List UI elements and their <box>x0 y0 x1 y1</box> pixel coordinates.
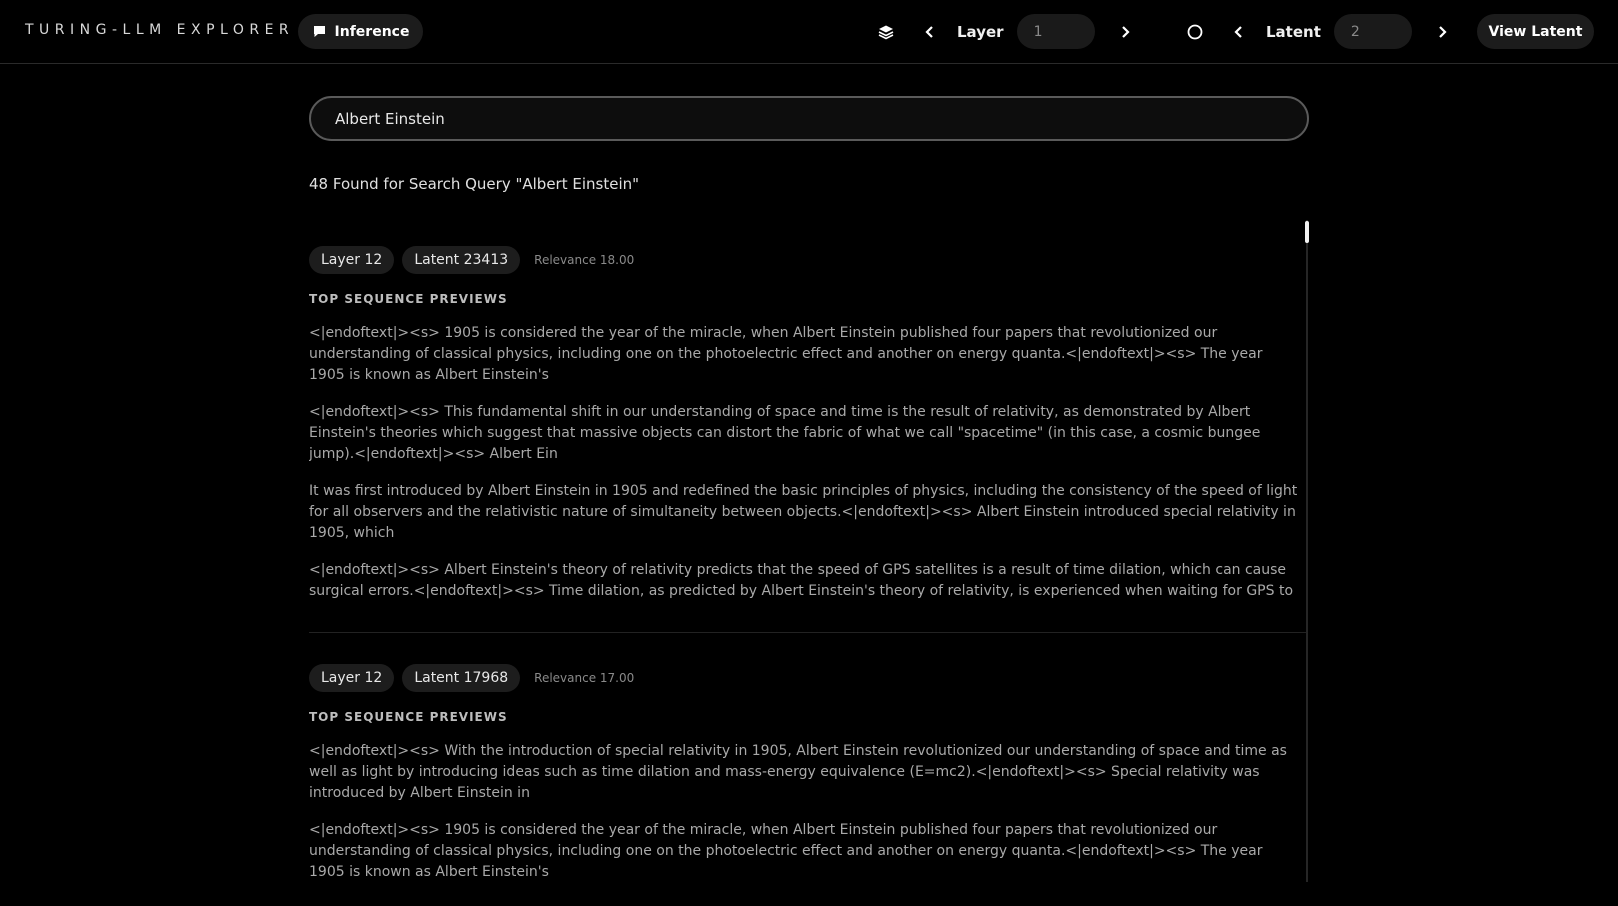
layer-next-button[interactable] <box>1113 20 1137 44</box>
layer-prev-button[interactable] <box>918 20 942 44</box>
latent-chip[interactable]: Latent 23413 <box>402 246 521 274</box>
layer-input[interactable] <box>1016 14 1095 49</box>
section-title: TOP SEQUENCE PREVIEWS <box>309 710 508 724</box>
inference-button[interactable]: Inference <box>298 14 423 49</box>
results-list: Layer 12 Latent 23413 Relevance 18.00 TO… <box>309 220 1306 906</box>
scrollbar-track[interactable] <box>1306 220 1308 882</box>
result-tags: Layer 12 Latent 17968 Relevance 17.00 <box>309 664 1306 692</box>
search-result-summary: 48 Found for Search Query "Albert Einste… <box>309 175 640 193</box>
latent-next-button[interactable] <box>1430 20 1454 44</box>
layer-label: Layer <box>957 22 1004 41</box>
latent-prev-button[interactable] <box>1227 20 1251 44</box>
message-icon <box>312 24 327 39</box>
sequence-preview: <|endoftext|><s> With the introduction o… <box>309 743 1287 801</box>
latent-label: Latent <box>1266 22 1321 41</box>
layers-icon[interactable] <box>874 20 898 44</box>
result-tags: Layer 12 Latent 23413 Relevance 18.00 <box>309 246 1306 274</box>
chevron-right-icon <box>1121 25 1130 38</box>
latent-navigator: Latent <box>1183 14 1454 49</box>
latent-input[interactable] <box>1333 14 1412 49</box>
relevance-score: Relevance 17.00 <box>534 671 635 685</box>
inference-label: Inference <box>334 23 410 40</box>
app-title: TURING-LLM EXPLORER <box>25 22 295 38</box>
circle-icon[interactable] <box>1183 20 1207 44</box>
sequence-preview: <|endoftext|><s> This fundamental shift … <box>309 404 1261 462</box>
chevron-right-icon <box>1439 25 1447 38</box>
layer-navigator: Layer <box>874 14 1137 49</box>
top-bar: TURING-LLM EXPLORER Inference Layer 1 La… <box>0 0 1618 64</box>
sequence-preview: <|endoftext|><s> Albert Einstein's theor… <box>309 562 1294 599</box>
view-latent-button[interactable]: View Latent <box>1477 14 1594 49</box>
sequence-preview: It was first introduced by Albert Einste… <box>309 483 1298 541</box>
layer-chip[interactable]: Layer 12 <box>309 664 395 692</box>
layer-chip[interactable]: Layer 12 <box>309 246 395 274</box>
sequence-preview: <|endoftext|><s> 1905 is considered the … <box>309 325 1263 383</box>
chevron-left-icon <box>1234 25 1242 38</box>
search-input[interactable] <box>309 96 1309 141</box>
result-card: Layer 12 Latent 23413 Relevance 18.00 TO… <box>309 220 1306 633</box>
result-card: Layer 12 Latent 17968 Relevance 17.00 TO… <box>309 633 1306 906</box>
sequence-preview: <|endoftext|><s> 1905 is considered the … <box>309 822 1263 880</box>
latent-chip[interactable]: Latent 17968 <box>402 664 521 692</box>
relevance-score: Relevance 18.00 <box>534 253 635 267</box>
section-title: TOP SEQUENCE PREVIEWS <box>309 292 508 306</box>
chevron-left-icon <box>925 25 933 38</box>
